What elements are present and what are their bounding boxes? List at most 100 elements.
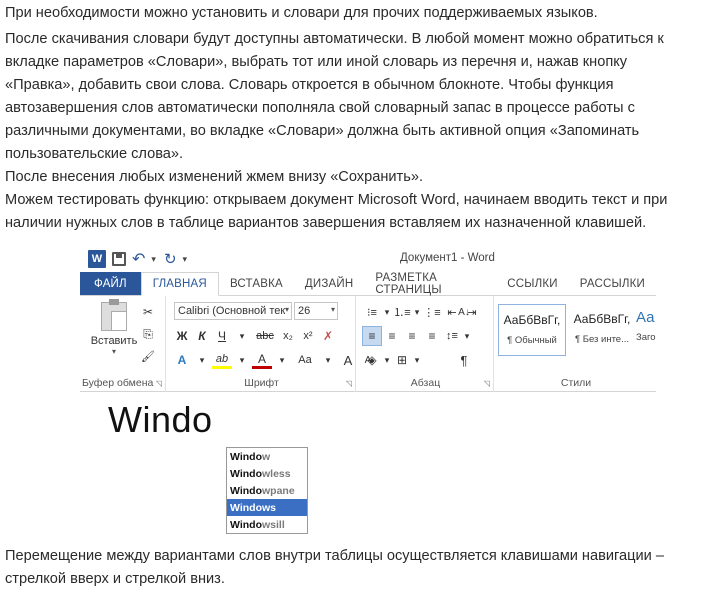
autocomplete-item[interactable]: Windo wpane bbox=[227, 482, 307, 499]
multilevel-list-icon[interactable]: ⋮≡ bbox=[422, 302, 442, 322]
numbering-dropdown-icon[interactable]: ▾ bbox=[412, 302, 422, 322]
shading-icon[interactable]: ◈ bbox=[362, 350, 382, 370]
ribbon: Вставить ▾ ✂ ⎘ 🖌 Буфер обмена ◹ Calibri … bbox=[80, 296, 656, 392]
highlight-button[interactable]: ab bbox=[212, 351, 232, 369]
tab-design[interactable]: ДИЗАЙН bbox=[294, 272, 364, 295]
highlight-dropdown-icon[interactable]: ▾ bbox=[232, 350, 252, 370]
text-line: Можем тестировать функцию: открываем док… bbox=[5, 192, 668, 208]
text-line: стрелкой вверх и стрелкой вниз. bbox=[5, 571, 225, 587]
borders-icon[interactable]: ⊞ bbox=[392, 350, 412, 370]
chevron-down-icon: ▾ bbox=[284, 305, 289, 314]
change-case-button[interactable]: Aa bbox=[292, 350, 318, 370]
cut-icon[interactable]: ✂ bbox=[138, 302, 158, 322]
sort-icon[interactable]: A↓ bbox=[454, 302, 474, 322]
autocomplete-list: Windo w Windo wless Windo wpane Windo ws Win… bbox=[226, 447, 308, 534]
line-spacing-dropdown-icon[interactable]: ▾ bbox=[462, 326, 472, 346]
align-left-icon[interactable]: ≡ bbox=[362, 326, 382, 346]
borders-dropdown-icon[interactable]: ▾ bbox=[412, 350, 422, 370]
clipboard-group-label: Буфер обмена bbox=[82, 377, 154, 389]
paragraph-group-label: Абзац bbox=[410, 377, 441, 389]
subscript-button[interactable]: x₂ bbox=[278, 326, 298, 346]
italic-button[interactable]: К bbox=[192, 326, 212, 346]
text-line: различными документами, во вкладке «Слов… bbox=[5, 123, 640, 139]
underline-button[interactable]: Ч bbox=[212, 326, 232, 346]
text-line: Перемещение между вариантами слов внутри… bbox=[5, 548, 664, 564]
ribbon-tabs: ФАЙЛ ГЛАВНАЯ ВСТАВКА ДИЗАЙН РАЗМЕТКА СТР… bbox=[80, 272, 656, 296]
numbering-icon[interactable]: ⒈≡ bbox=[392, 302, 412, 322]
text-effects-button[interactable]: A bbox=[172, 350, 192, 370]
font-size-combo[interactable]: 26 ▾ bbox=[294, 302, 338, 320]
bullets-icon[interactable]: ⁝≡ bbox=[362, 302, 382, 322]
article-paragraph-body: После скачивания словари будут доступны … bbox=[5, 28, 708, 235]
line-spacing-icon[interactable]: ↕≡ bbox=[442, 326, 462, 346]
superscript-button[interactable]: x² bbox=[298, 326, 318, 346]
clear-formatting-icon[interactable]: ✗ bbox=[318, 326, 338, 346]
style-sample: АаБбВвГг, bbox=[573, 312, 631, 326]
chevron-down-icon: ▾ bbox=[330, 305, 335, 314]
tab-mailings[interactable]: РАССЫЛКИ bbox=[569, 272, 656, 295]
font-row-color: A ▾ ab ▾ A ▾ Aa ▾ A A bbox=[172, 350, 378, 370]
tab-insert[interactable]: ВСТАВКА bbox=[219, 272, 294, 295]
paste-label: Вставить bbox=[90, 335, 138, 347]
strikethrough-button[interactable]: abc bbox=[252, 326, 278, 346]
pilcrow-icon[interactable]: ¶ bbox=[454, 350, 474, 370]
align-right-icon[interactable]: ≡ bbox=[402, 326, 422, 346]
style-normal[interactable]: АаБбВвГг, ¶ Обычный bbox=[498, 304, 566, 356]
style-heading[interactable]: Аа Заго bbox=[636, 304, 656, 356]
redo-icon[interactable]: ↻ bbox=[164, 249, 177, 269]
text-line: пользовательские слова». bbox=[5, 146, 184, 162]
group-styles: АаБбВвГг, ¶ Обычный АаБбВвГг, ¶ Без инте… bbox=[496, 296, 656, 392]
tab-home[interactable]: ГЛАВНАЯ bbox=[140, 272, 219, 296]
justify-icon[interactable]: ≡ bbox=[422, 326, 442, 346]
font-color-button[interactable]: A bbox=[252, 351, 272, 369]
customize-qa-icon[interactable]: ▾ bbox=[183, 249, 188, 269]
font-launcher-icon[interactable]: ◹ bbox=[346, 379, 352, 388]
font-name-value: Calibri (Основной тек bbox=[178, 305, 286, 317]
text-line: После внесения любых изменений жмем вниз… bbox=[5, 169, 423, 185]
text-effects-dropdown-icon[interactable]: ▾ bbox=[192, 350, 212, 370]
para-row-shading: ◈ ▾ ⊞ ▾ bbox=[362, 350, 422, 370]
styles-group-label: Стили bbox=[560, 377, 592, 389]
word-logo-icon: W bbox=[88, 250, 106, 268]
clipboard-launcher-icon[interactable]: ◹ bbox=[156, 379, 162, 388]
title-bar: W ↶ ▾ ↻ ▾ Документ1 - Word bbox=[80, 246, 656, 272]
format-painter-icon[interactable]: 🖌 bbox=[138, 346, 158, 366]
group-paragraph: ⁝≡ ▾ ⒈≡ ▾ ⋮≡ ⇤ ⇥ ≡ ≡ ≡ ≡ ↕≡ ▾ ◈ ▾ ⊞ ▾ A↓… bbox=[358, 296, 494, 392]
qa-dropdown-icon[interactable]: ▾ bbox=[151, 249, 156, 269]
tab-file[interactable]: ФАЙЛ bbox=[80, 272, 141, 295]
tab-references[interactable]: ССЫЛКИ bbox=[496, 272, 569, 295]
bold-button[interactable]: Ж bbox=[172, 326, 192, 346]
word-window-screenshot: W ↶ ▾ ↻ ▾ Документ1 - Word ФАЙЛ ГЛАВНАЯ … bbox=[80, 246, 656, 546]
align-center-icon[interactable]: ≡ bbox=[382, 326, 402, 346]
paste-dropdown-icon: ▾ bbox=[111, 347, 116, 356]
tab-page-layout[interactable]: РАЗМЕТКА СТРАНИЦЫ bbox=[364, 272, 496, 296]
para-row-align: ≡ ≡ ≡ ≡ ↕≡ ▾ bbox=[362, 326, 472, 346]
autocomplete-item[interactable]: Windo w bbox=[227, 448, 307, 465]
paste-button[interactable]: Вставить ▾ bbox=[91, 299, 137, 356]
autocomplete-item[interactable]: Windo wless bbox=[227, 465, 307, 482]
shading-dropdown-icon[interactable]: ▾ bbox=[382, 350, 392, 370]
save-icon[interactable] bbox=[112, 249, 126, 269]
autocomplete-item-selected[interactable]: Windo ws bbox=[227, 499, 307, 516]
typed-text: Windo bbox=[108, 399, 213, 440]
font-size-value: 26 bbox=[298, 305, 311, 317]
style-name: ¶ Без инте... bbox=[574, 334, 630, 345]
font-name-combo[interactable]: Calibri (Основной тек ▾ bbox=[174, 302, 292, 320]
font-group-label: Шрифт bbox=[244, 377, 279, 389]
style-name: Заго bbox=[636, 332, 656, 343]
autocomplete-item[interactable]: Windo wsill bbox=[227, 516, 307, 533]
copy-icon[interactable]: ⎘ bbox=[138, 324, 158, 344]
font-color-dropdown-icon[interactable]: ▾ bbox=[272, 350, 292, 370]
style-sample: АаБбВвГг, bbox=[503, 313, 561, 327]
bullets-dropdown-icon[interactable]: ▾ bbox=[382, 302, 392, 322]
grow-font-button[interactable]: A bbox=[338, 350, 358, 370]
style-no-spacing[interactable]: АаБбВвГг, ¶ Без инте... bbox=[568, 304, 636, 356]
change-case-dropdown-icon[interactable]: ▾ bbox=[318, 350, 338, 370]
underline-dropdown-icon[interactable]: ▾ bbox=[232, 326, 252, 346]
document-canvas[interactable]: Windo Windo w Windo wless Windo wpane Windo… bbox=[80, 393, 656, 546]
quick-access-toolbar: W ↶ ▾ ↻ ▾ bbox=[88, 249, 193, 269]
undo-icon[interactable]: ↶ bbox=[132, 249, 145, 269]
text-line: вкладке параметров «Словари», выбрать то… bbox=[5, 54, 628, 70]
style-sample: Аа bbox=[636, 309, 655, 326]
paragraph-launcher-icon[interactable]: ◹ bbox=[484, 379, 490, 388]
